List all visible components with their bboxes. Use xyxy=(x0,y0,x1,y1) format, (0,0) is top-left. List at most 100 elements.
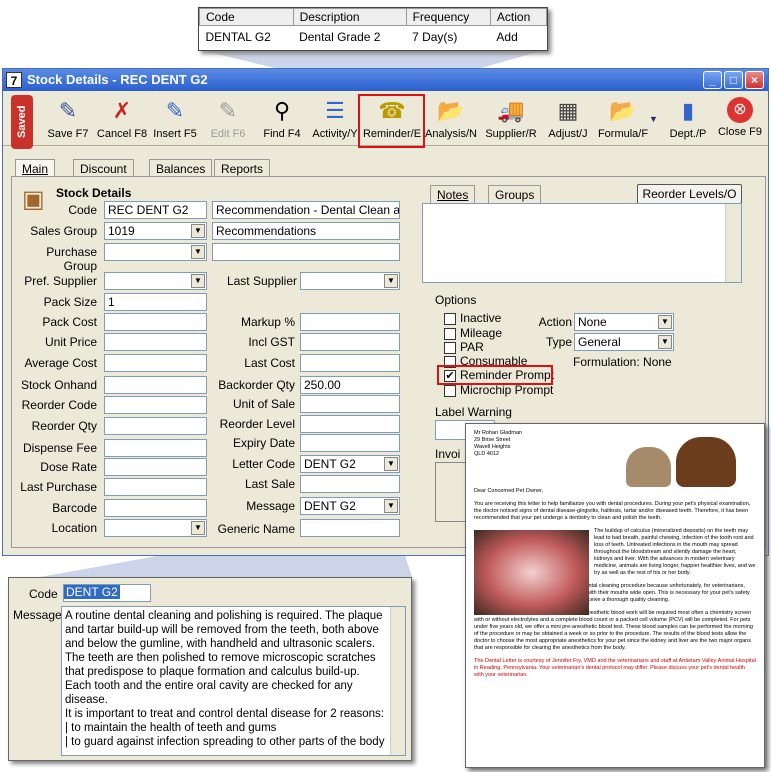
sales-group-select[interactable]: 1019 ▼ xyxy=(104,222,207,240)
code-description-input[interactable]: Recommendation - Dental Clean and F xyxy=(212,201,400,219)
maximize-button[interactable]: □ xyxy=(724,71,743,89)
tab-notes[interactable]: Notes xyxy=(430,185,476,203)
inactive-checkbox[interactable] xyxy=(444,313,456,325)
reorder-level-input[interactable] xyxy=(300,415,400,433)
notes-scrollbar[interactable] xyxy=(725,204,741,282)
truck-icon: 🚚 xyxy=(497,98,525,123)
dose-rate-input[interactable] xyxy=(104,458,207,476)
pref-supplier-select[interactable]: ▼ xyxy=(104,272,207,290)
location-select[interactable]: ▼ xyxy=(104,519,207,537)
unit-of-sale-label: Unit of Sale xyxy=(232,397,295,411)
find-button[interactable]: ⚲ Find F4 xyxy=(255,95,309,145)
dispense-fee-input[interactable] xyxy=(104,439,207,457)
letter-code-select[interactable]: DENT G2 ▼ xyxy=(300,455,400,473)
chevron-down-icon: ▼ xyxy=(658,335,672,349)
tab-reports[interactable]: Reports xyxy=(214,159,271,177)
unit-price-label: Unit Price xyxy=(44,335,97,349)
supplier-button[interactable]: 🚚 Supplier/R xyxy=(481,95,541,145)
reorder-code-input[interactable] xyxy=(104,396,207,414)
last-sale-input[interactable] xyxy=(300,475,400,493)
message-textarea[interactable]: A routine dental cleaning and polishing … xyxy=(61,606,406,756)
popup-code-input[interactable]: DENT G2 xyxy=(63,584,151,602)
table-row[interactable]: DENTAL G2 Dental Grade 2 7 Day(s) Add xyxy=(200,26,547,49)
pack-cost-input[interactable] xyxy=(104,313,207,331)
close-button[interactable]: ⊗ Close F9 xyxy=(713,95,767,145)
last-sale-label: Last Sale xyxy=(244,477,295,491)
microchip-prompt-label: Microchip Prompt xyxy=(460,383,554,397)
reorder-qty-label: Reorder Qty xyxy=(31,419,97,433)
expiry-date-input[interactable] xyxy=(300,434,400,452)
save-button[interactable]: ✎ Save F7 xyxy=(41,95,95,145)
analysis-button[interactable]: 📂 Analysis/N xyxy=(424,95,478,145)
activity-button[interactable]: ☰ Activity/Y xyxy=(308,95,362,145)
last-purchase-input[interactable] xyxy=(104,478,207,496)
type-select[interactable]: General ▼ xyxy=(574,333,674,351)
purchase-group-select[interactable]: ▼ xyxy=(104,243,207,261)
markup-input[interactable] xyxy=(300,313,400,331)
last-cost-label: Last Cost xyxy=(244,356,295,370)
saved-indicator: Saved xyxy=(11,95,33,149)
adjust-button[interactable]: ▦ Adjust/J xyxy=(541,95,595,145)
code-input[interactable]: REC DENT G2 xyxy=(104,201,207,219)
action-select[interactable]: None ▼ xyxy=(574,313,674,331)
last-cost-input[interactable] xyxy=(300,354,400,372)
reminder-highlight xyxy=(358,94,425,148)
stock-onhand-input[interactable] xyxy=(104,376,207,394)
cancel-button[interactable]: ✗ Cancel F8 xyxy=(95,95,149,145)
markup-label: Markup % xyxy=(240,315,295,329)
app-icon: 7 xyxy=(6,72,22,88)
window-title: Stock Details - REC DENT G2 xyxy=(27,72,208,87)
reorder-levels-button[interactable]: Reorder Levels/O xyxy=(637,184,742,204)
cell-frequency: 7 Day(s) xyxy=(412,30,458,44)
incl-gst-label: Incl GST xyxy=(248,335,295,349)
column-header-action: Action xyxy=(489,8,548,26)
tab-balances[interactable]: Balances xyxy=(149,159,213,177)
letter-paragraph-1: You are receiving this letter to help fa… xyxy=(474,501,751,521)
chart-icon: ▮ xyxy=(681,98,695,123)
tab-discount[interactable]: Discount xyxy=(73,159,134,177)
options-title: Options xyxy=(435,293,477,307)
par-label: PAR xyxy=(460,340,484,354)
minimize-button[interactable]: _ xyxy=(703,71,722,89)
reorder-level-label: Reorder Level xyxy=(219,417,295,431)
dose-rate-label: Dose Rate xyxy=(40,460,97,474)
popup-message-label: Message xyxy=(13,608,62,622)
action-label: Action xyxy=(538,315,572,329)
microchip-prompt-checkbox[interactable] xyxy=(444,385,456,397)
message-popup: Code DENT G2 Message A routine dental cl… xyxy=(8,577,412,761)
formula-dropdown-icon[interactable]: ▼ xyxy=(649,114,658,124)
backorder-qty-input[interactable]: 250.00 xyxy=(300,376,400,394)
tab-groups[interactable]: Groups xyxy=(488,185,542,203)
reorder-code-label: Reorder Code xyxy=(21,398,97,412)
edit-button[interactable]: ✎ Edit F6 xyxy=(201,95,255,145)
dental-letter-preview: Mr Rohan Gladman 29 Brise Street Wavell … xyxy=(465,423,765,768)
notes-textarea[interactable] xyxy=(422,203,742,283)
insert-button[interactable]: ✎ Insert F5 xyxy=(148,95,202,145)
folder-icon: 📂 xyxy=(437,98,465,123)
par-checkbox[interactable] xyxy=(444,342,456,354)
pack-cost-label: Pack Cost xyxy=(42,315,97,329)
expiry-date-label: Expiry Date xyxy=(232,436,295,450)
reorder-qty-input[interactable] xyxy=(104,417,207,435)
close-window-button[interactable]: × xyxy=(745,71,764,89)
barcode-input[interactable] xyxy=(104,499,207,517)
chevron-down-icon: ▼ xyxy=(384,499,398,513)
last-supplier-select[interactable]: ▼ xyxy=(300,272,400,290)
generic-name-input[interactable] xyxy=(300,519,400,537)
unit-of-sale-input[interactable] xyxy=(300,395,400,413)
incl-gst-input[interactable] xyxy=(300,333,400,351)
label-warning-title: Label Warning xyxy=(435,405,512,419)
message-select[interactable]: DENT G2 ▼ xyxy=(300,497,400,515)
mileage-checkbox[interactable] xyxy=(444,328,456,340)
edit-icon: ✎ xyxy=(218,98,238,123)
cancel-icon: ✗ xyxy=(112,98,132,123)
purchase-group-label: Purchase Group xyxy=(46,245,97,273)
chevron-down-icon: ▼ xyxy=(191,245,205,259)
dept-button[interactable]: ▮ Dept./P xyxy=(661,95,715,145)
stock-onhand-label: Stock Onhand xyxy=(20,378,97,392)
average-cost-input[interactable] xyxy=(104,354,207,372)
message-scrollbar[interactable] xyxy=(390,607,405,755)
pack-size-input[interactable]: 1 xyxy=(104,293,207,311)
unit-price-input[interactable] xyxy=(104,333,207,351)
formula-button[interactable]: 📂 Formula/F xyxy=(594,95,652,145)
